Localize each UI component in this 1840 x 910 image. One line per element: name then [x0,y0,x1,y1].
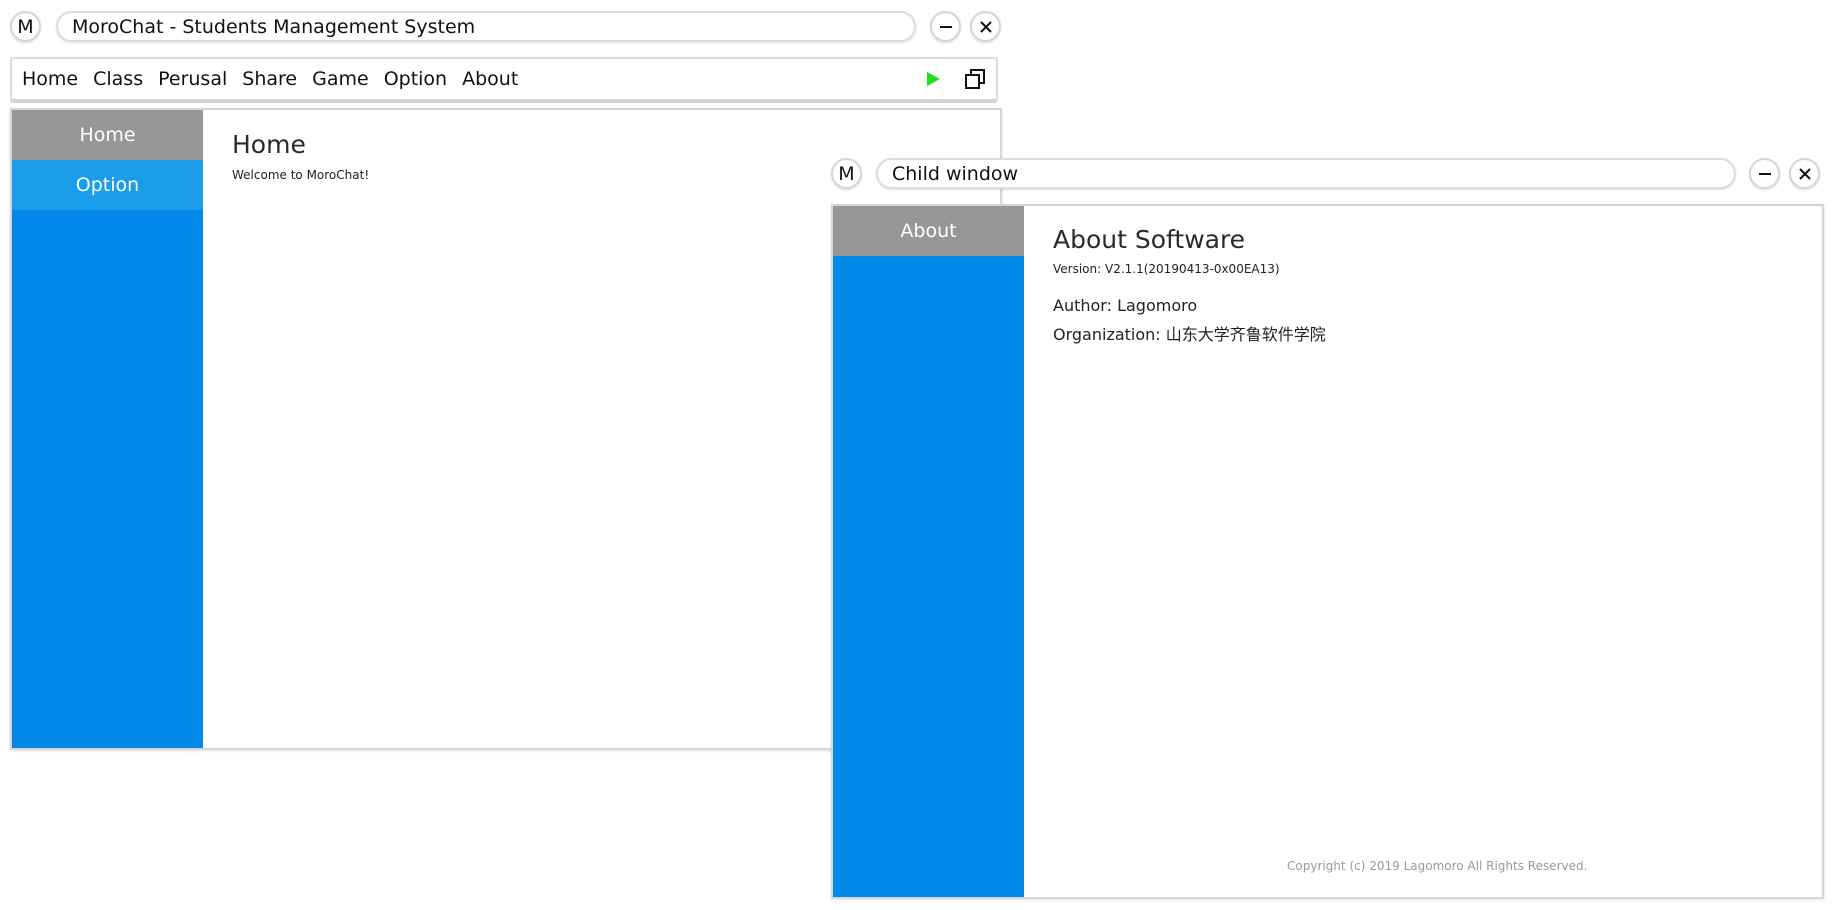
close-icon [979,20,992,33]
minimize-icon [1758,172,1771,175]
main-menubar: Home Class Perusal Share Game Option Abo… [10,57,998,103]
restore-window-button[interactable] [964,68,986,90]
menu-item-home[interactable]: Home [22,68,78,90]
page-title: Home [232,130,306,159]
version-text: Version: V2.1.1(20190413-0x00EA13) [1053,262,1280,276]
minimize-button[interactable] [930,11,961,42]
child-title-bar: Child window [876,158,1736,189]
child-minimize-button[interactable] [1749,158,1780,189]
sidebar-item-label: Home [79,124,136,146]
child-window-body: About About Software Version: V2.1.1(201… [831,204,1824,899]
sidebar-item-label: About [900,220,957,242]
menu-item-perusal[interactable]: Perusal [158,68,227,90]
welcome-text: Welcome to MoroChat! [232,168,370,182]
close-button[interactable] [970,11,1001,42]
sidebar-item-label: Option [75,174,140,196]
child-sidebar: About [833,206,1024,897]
menu-item-option[interactable]: Option [384,68,447,90]
menu-item-about[interactable]: About [462,68,518,90]
about-title: About Software [1053,225,1246,254]
child-logo-letter: M [838,162,855,185]
main-sidebar: Home Option [12,110,203,748]
copyright-text: Copyright (c) 2019 Lagomoro All Rights R… [1287,859,1588,873]
organization-text: Organization: 山东大学齐鲁软件学院 [1053,325,1326,344]
app-logo-letter: M [17,15,34,38]
child-logo-button[interactable]: M [831,158,862,189]
close-icon [1798,167,1811,180]
child-window-title: Child window [892,162,1019,185]
window-title-bar: MoroChat - Students Management System [56,11,916,42]
sidebar-item-option[interactable]: Option [12,160,203,210]
play-icon [927,72,940,86]
sidebar-item-home[interactable]: Home [12,110,203,160]
menu-item-game[interactable]: Game [312,68,369,90]
minimize-icon [939,25,952,28]
restore-window-icon [965,69,985,89]
menu-item-class[interactable]: Class [93,68,143,90]
menu-item-share[interactable]: Share [242,68,297,90]
play-button[interactable] [924,70,942,88]
child-close-button[interactable] [1789,158,1820,189]
sidebar-item-about[interactable]: About [833,206,1024,256]
window-title: MoroChat - Students Management System [72,15,476,38]
app-logo-button[interactable]: M [10,11,41,42]
author-text: Author: Lagomoro [1053,296,1198,315]
